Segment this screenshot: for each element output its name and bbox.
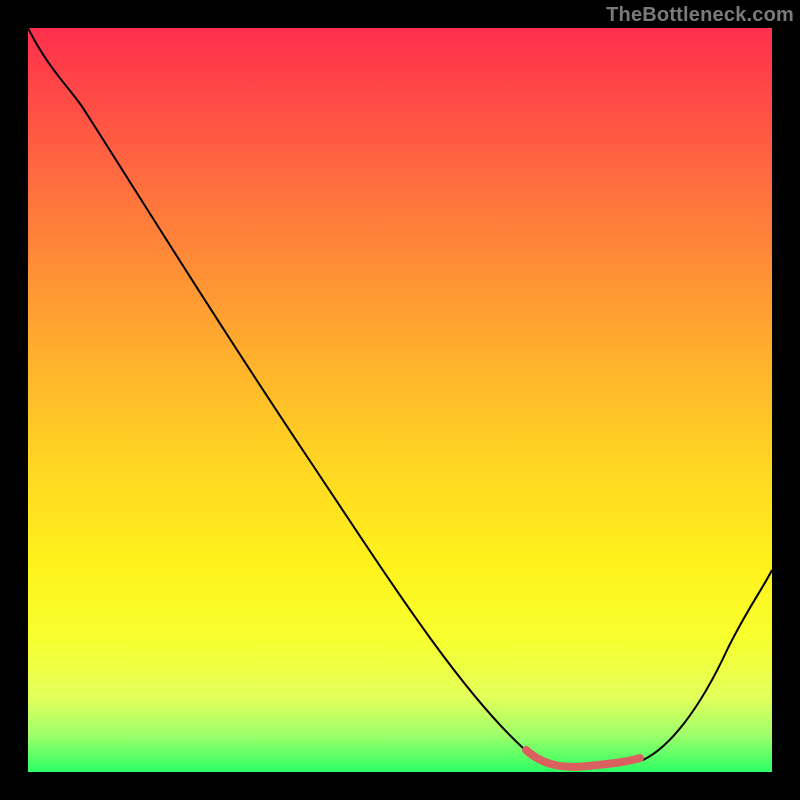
curve-svg [28,28,772,772]
bottleneck-curve [28,28,772,769]
chart-container: TheBottleneck.com [0,0,800,800]
plot-area [28,28,772,772]
watermark: TheBottleneck.com [606,4,794,27]
highlight-segment [526,750,640,767]
